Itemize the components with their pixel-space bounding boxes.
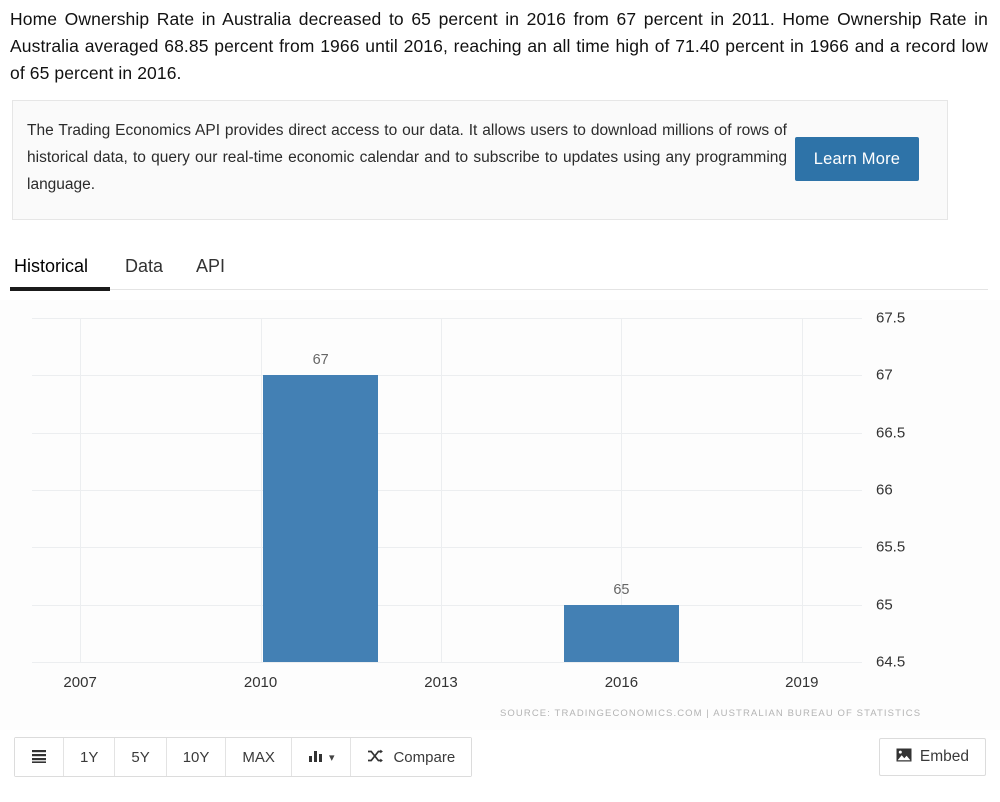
y-axis-tick-label: 66.5 xyxy=(876,424,906,442)
y-axis-tick-label: 67 xyxy=(876,366,893,384)
learn-more-button[interactable]: Learn More xyxy=(795,137,919,181)
y-axis-tick-label: 65.5 xyxy=(876,538,906,556)
gridline-vertical xyxy=(80,318,82,662)
gridline-horizontal xyxy=(32,604,862,606)
y-axis-tick-label: 65 xyxy=(876,596,893,614)
gridline-horizontal xyxy=(32,662,862,663)
tab-historical[interactable]: Historical xyxy=(14,246,88,286)
shuffle-icon xyxy=(367,749,384,766)
tab-bar: Historical Data API xyxy=(0,246,1000,291)
chart-type-dropdown[interactable]: ▾ xyxy=(291,738,352,776)
tab-data[interactable]: Data xyxy=(125,246,163,286)
tab-divider xyxy=(110,289,988,290)
range-5y-button[interactable]: 5Y xyxy=(115,738,167,776)
gridline-vertical xyxy=(440,318,442,662)
active-tab-indicator xyxy=(10,287,110,291)
x-axis-tick-label: 2016 xyxy=(604,674,639,691)
compare-label: Compare xyxy=(393,748,456,766)
gridline-horizontal xyxy=(32,547,862,549)
y-axis-tick-label: 64.5 xyxy=(876,653,906,671)
range-10y-button[interactable]: 10Y xyxy=(166,738,227,776)
x-axis-tick-label: 2007 xyxy=(63,674,97,691)
embed-label: Embed xyxy=(919,748,969,765)
range-1y-button[interactable]: 1Y xyxy=(64,738,116,776)
api-promo-banner: The Trading Economics API provides direc… xyxy=(12,100,948,220)
x-axis-tick-label: 2019 xyxy=(785,674,819,691)
api-promo-text: The Trading Economics API provides direc… xyxy=(27,122,787,193)
range-max-button[interactable]: MAX xyxy=(226,738,292,776)
bar-chart-icon xyxy=(308,749,323,766)
chart-bar[interactable] xyxy=(262,375,379,662)
image-icon xyxy=(896,748,912,766)
summary-paragraph: Home Ownership Rate in Australia decreas… xyxy=(10,9,988,83)
gridline-vertical xyxy=(801,318,803,662)
x-axis-tick-label: 2013 xyxy=(424,674,458,691)
x-axis-tick-label: 2010 xyxy=(243,674,278,691)
gridline-vertical xyxy=(260,318,262,662)
chart-toolbar: 1Y 5Y 10Y MAX ▾ Compare xyxy=(14,737,473,777)
bar-value-label: 65 xyxy=(613,581,630,598)
chart-plot-area: 67 65 xyxy=(32,318,862,663)
gridline-horizontal xyxy=(32,432,862,434)
gridline-horizontal xyxy=(32,490,862,491)
chart-container[interactable]: 67 65 67.5 67 66.5 66 65.5 65 64.5 2007 2010 2013 2… xyxy=(0,300,1000,730)
list-icon xyxy=(31,748,47,767)
chart-bar[interactable] xyxy=(563,604,680,662)
bar-value-label: 67 xyxy=(312,352,329,369)
gridline-horizontal xyxy=(32,318,862,319)
embed-button[interactable]: Embed xyxy=(878,738,986,776)
y-axis-tick-label: 66 xyxy=(876,481,893,499)
compare-button[interactable]: Compare xyxy=(351,738,472,776)
y-axis-tick-label: 67.5 xyxy=(876,309,906,327)
tab-api[interactable]: API xyxy=(196,246,225,286)
list-view-button[interactable] xyxy=(15,738,64,776)
gridline-horizontal xyxy=(32,375,862,377)
chart-source-note: SOURCE: TRADINGECONOMICS.COM | AUSTRALIA… xyxy=(500,708,922,719)
chart-type-caret-icon: ▾ xyxy=(328,751,335,764)
